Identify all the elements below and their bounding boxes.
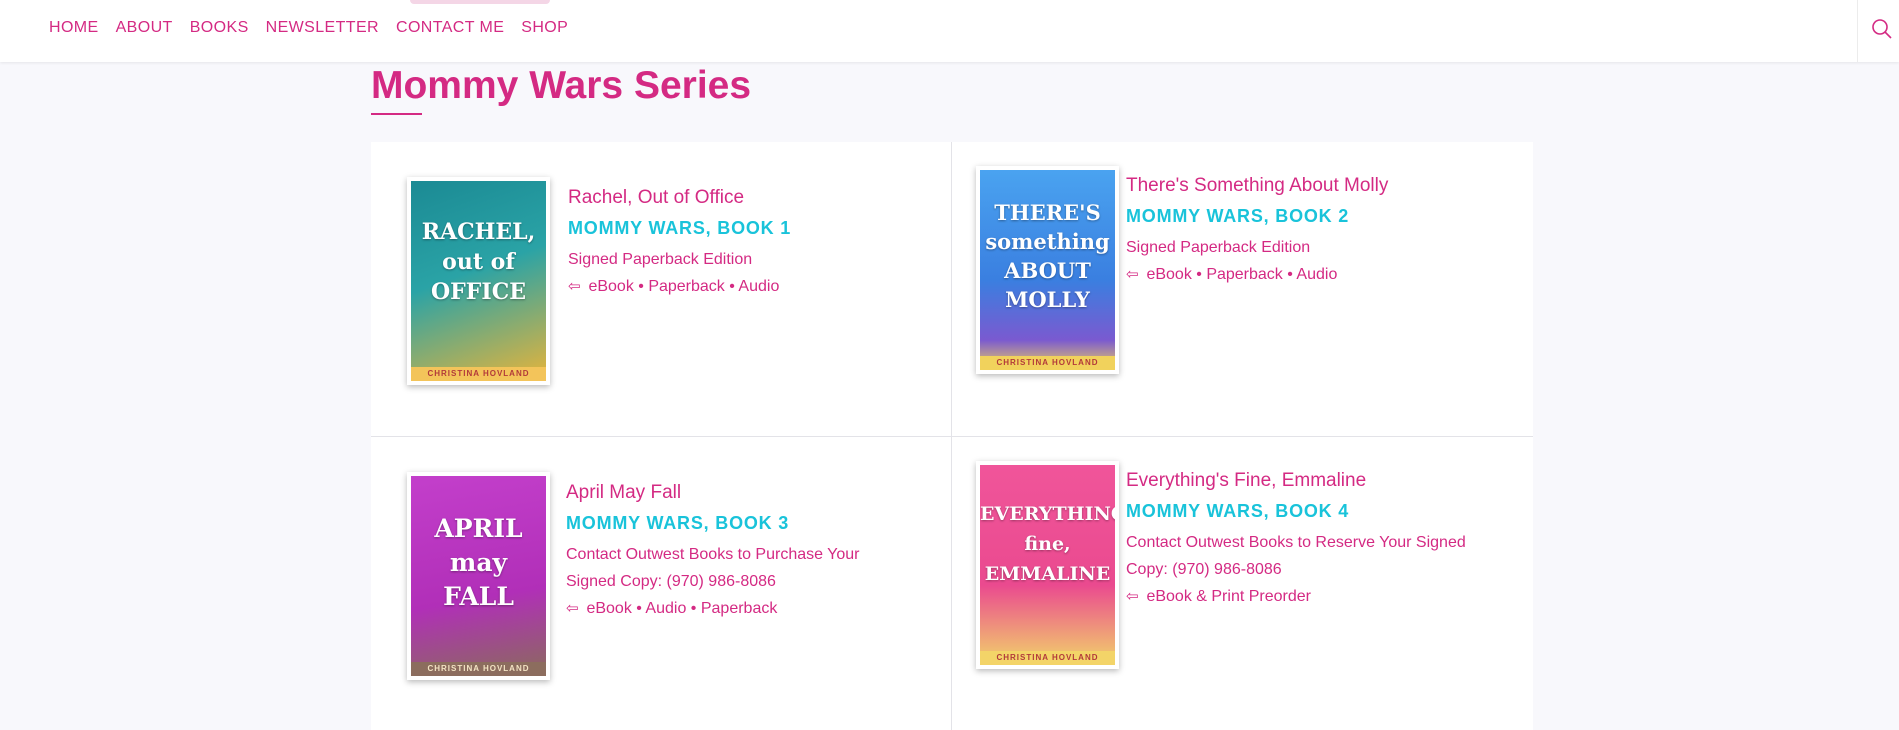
book-formats-1[interactable]: ⇦ eBook • Paperback • Audio (568, 273, 948, 300)
arrow-left-icon: ⇦ (568, 278, 581, 295)
book-series-1: MOMMY WARS, BOOK 1 (568, 218, 792, 238)
header: HOME ABOUT BOOKS NEWSLETTER CONTACT ME S… (0, 0, 1899, 62)
book-edition-2[interactable]: Signed Paperback Edition (1126, 234, 1506, 261)
title-underline (371, 113, 422, 115)
book-series-2: MOMMY WARS, BOOK 2 (1126, 206, 1350, 226)
book-formats-2[interactable]: ⇦ eBook • Paperback • Audio (1126, 261, 1506, 288)
book-series-4: MOMMY WARS, BOOK 4 (1126, 501, 1350, 521)
nav-home[interactable]: HOME (49, 18, 99, 38)
book-title-1[interactable]: Rachel, Out of Office (568, 186, 948, 210)
nav-contact-me[interactable]: CONTACT ME (396, 18, 504, 38)
nav-newsletter[interactable]: NEWSLETTER (266, 18, 379, 38)
book-phone-3[interactable]: Signed Copy: (970) 986-8086 (566, 568, 946, 595)
book-edition-1[interactable]: Signed Paperback Edition (568, 246, 948, 273)
book-cover-4[interactable]: EVERYTHING'Sfine,EMMALINE CHRISTINA HOVL… (976, 461, 1119, 669)
book-phone-4[interactable]: Copy: (970) 986-8086 (1126, 556, 1506, 583)
arrow-left-icon: ⇦ (1126, 266, 1139, 283)
book-title-3[interactable]: April May Fall (566, 481, 946, 505)
nav-books[interactable]: BOOKS (190, 18, 249, 38)
nav-about[interactable]: ABOUT (116, 18, 173, 38)
search-icon (1872, 19, 1892, 39)
nav-shop[interactable]: SHOP (521, 18, 568, 38)
book-purchase-note-3: Contact Outwest Books to Purchase Your (566, 546, 860, 563)
book-formats-3[interactable]: ⇦ eBook • Audio • Paperback (566, 595, 946, 622)
book-reserve-note-4: Contact Outwest Books to Reserve Your Si… (1126, 534, 1466, 551)
book-formats-4[interactable]: ⇦ eBook & Print Preorder (1126, 583, 1506, 610)
books-grid: RACHEL, out of OFFICE CHRISTINA HOVLAND Ra… (371, 142, 1533, 730)
page-title: Mommy Wars Series (371, 64, 752, 107)
grid-divider-horizontal (371, 436, 1533, 437)
book-cover-2[interactable]: THERE'S something ABOUT MOLLY CHRISTINA HOV… (976, 166, 1119, 374)
nav-accent-bar (410, 0, 550, 4)
arrow-left-icon: ⇦ (566, 600, 579, 617)
book-cover-3[interactable]: APRIL may FALL CHRISTINA HOVLAND (407, 472, 550, 680)
book-series-3: MOMMY WARS, BOOK 3 (566, 513, 790, 533)
book-title-2[interactable]: There's Something About Molly (1126, 174, 1506, 198)
arrow-left-icon: ⇦ (1126, 588, 1139, 605)
main-nav: HOME ABOUT BOOKS NEWSLETTER CONTACT ME S… (49, 18, 585, 38)
book-cover-1[interactable]: RACHEL, out of OFFICE CHRISTINA HOVLAND (407, 177, 550, 385)
search-button[interactable] (1857, 0, 1899, 62)
book-title-4[interactable]: Everything's Fine, Emmaline (1126, 469, 1506, 493)
